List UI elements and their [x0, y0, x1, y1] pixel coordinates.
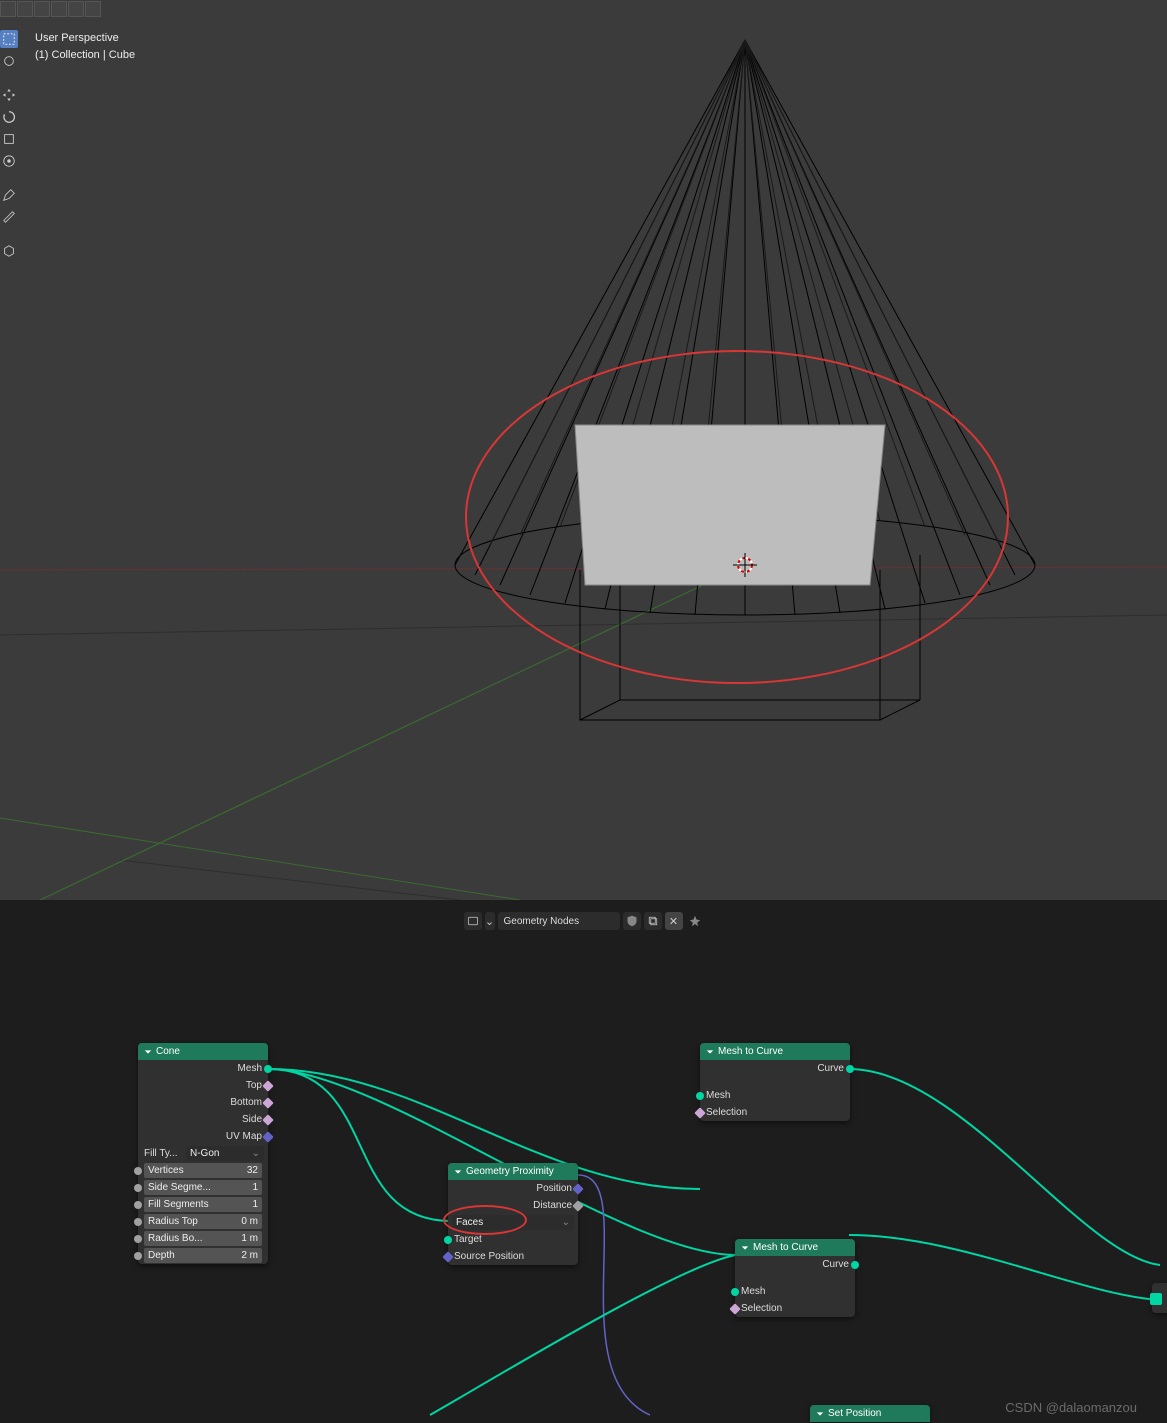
- socket-float[interactable]: [572, 1200, 583, 1211]
- socket-label: Top: [246, 1080, 262, 1091]
- node-title: Set Position: [828, 1408, 881, 1419]
- socket-float[interactable]: [134, 1252, 142, 1260]
- socket-geo[interactable]: [851, 1261, 859, 1269]
- socket-label: Curve: [822, 1259, 849, 1270]
- tool-rotate[interactable]: [0, 108, 18, 126]
- prop-vertices[interactable]: Vertices32: [144, 1163, 262, 1178]
- top-icon[interactable]: [85, 1, 101, 17]
- copy-icon[interactable]: [644, 912, 662, 930]
- socket-float[interactable]: [134, 1184, 142, 1192]
- viewport-overlay-text: User Perspective (1) Collection | Cube: [35, 30, 135, 63]
- socket-bool[interactable]: [262, 1114, 273, 1125]
- tool-transform[interactable]: [0, 152, 18, 170]
- socket-geo[interactable]: [1150, 1293, 1162, 1305]
- socket-geo[interactable]: [696, 1092, 704, 1100]
- watermark: CSDN @dalaomanzou: [1005, 1400, 1137, 1415]
- top-icon[interactable]: [34, 1, 50, 17]
- node-header[interactable]: Geometry Proximity: [448, 1163, 578, 1180]
- object-label: (1) Collection | Cube: [35, 47, 135, 64]
- socket-label: Selection: [741, 1303, 782, 1314]
- viewport-toolbar: [0, 30, 20, 260]
- socket-float[interactable]: [134, 1167, 142, 1175]
- socket-label: Curve: [817, 1063, 844, 1074]
- chevron-down-icon[interactable]: ⌄: [485, 912, 495, 930]
- node-header[interactable]: Mesh to Curve: [735, 1239, 855, 1256]
- node-editor[interactable]: ⌄ Geometry Nodes ✕ Cone Mesh Top Bottom …: [0, 905, 1167, 1423]
- node-cone[interactable]: Cone Mesh Top Bottom Side UV Map Fill Ty…: [138, 1043, 268, 1264]
- socket-label: Mesh: [238, 1063, 262, 1074]
- fill-type-label: Fill Ty...: [142, 1148, 184, 1159]
- top-icon[interactable]: [51, 1, 67, 17]
- socket-geo[interactable]: [731, 1288, 739, 1296]
- node-set-position[interactable]: Set Position: [810, 1405, 930, 1422]
- socket-label: Position: [536, 1183, 572, 1194]
- socket-geo[interactable]: [264, 1065, 272, 1073]
- socket-label: Distance: [533, 1200, 572, 1211]
- node-header[interactable]: Set Position: [810, 1405, 930, 1422]
- tool-add-cube[interactable]: [0, 242, 18, 260]
- socket-label: Bottom: [230, 1097, 262, 1108]
- top-icon[interactable]: [68, 1, 84, 17]
- socket-bool[interactable]: [262, 1080, 273, 1091]
- tool-annotate[interactable]: [0, 186, 18, 204]
- node-offscreen[interactable]: [1152, 1283, 1167, 1313]
- socket-label: Target: [454, 1234, 482, 1245]
- socket-vec[interactable]: [442, 1251, 453, 1262]
- socket-bool[interactable]: [694, 1107, 705, 1118]
- socket-geo[interactable]: [846, 1065, 854, 1073]
- shield-icon[interactable]: [623, 912, 641, 930]
- prop-side-seg[interactable]: Side Segme...1: [144, 1180, 262, 1195]
- socket-label: Side: [242, 1114, 262, 1125]
- socket-label: Mesh: [741, 1286, 765, 1297]
- node-header[interactable]: Mesh to Curve: [700, 1043, 850, 1060]
- socket-float[interactable]: [134, 1201, 142, 1209]
- prop-depth[interactable]: Depth2 m: [144, 1248, 262, 1263]
- viewport-top-icons: [0, 0, 101, 18]
- socket-label: Selection: [706, 1107, 747, 1118]
- prop-fill-seg[interactable]: Fill Segments1: [144, 1197, 262, 1212]
- node-mesh-to-curve-1[interactable]: Mesh to Curve Curve Mesh Selection: [700, 1043, 850, 1121]
- prop-radius-top[interactable]: Radius Top0 m: [144, 1214, 262, 1229]
- socket-vec[interactable]: [262, 1131, 273, 1142]
- top-icon[interactable]: [0, 1, 16, 17]
- socket-vec[interactable]: [572, 1183, 583, 1194]
- tool-measure[interactable]: [0, 208, 18, 226]
- tool-scale[interactable]: [0, 130, 18, 148]
- annotation-ellipse: [465, 350, 1009, 684]
- node-title: Geometry Proximity: [466, 1166, 554, 1177]
- browse-tree-icon[interactable]: [464, 912, 482, 930]
- pin-icon[interactable]: [686, 912, 704, 930]
- node-title: Mesh to Curve: [718, 1046, 783, 1057]
- prop-radius-bot[interactable]: Radius Bo...1 m: [144, 1231, 262, 1246]
- socket-float[interactable]: [134, 1218, 142, 1226]
- node-editor-header: ⌄ Geometry Nodes ✕: [0, 910, 1167, 932]
- node-tree-name[interactable]: Geometry Nodes: [498, 912, 620, 930]
- node-title: Cone: [156, 1046, 180, 1057]
- socket-geo[interactable]: [444, 1236, 452, 1244]
- fill-type-dropdown[interactable]: N-Gon: [186, 1146, 264, 1161]
- socket-label: Mesh: [706, 1090, 730, 1101]
- node-header[interactable]: Cone: [138, 1043, 268, 1060]
- top-icon[interactable]: [17, 1, 33, 17]
- socket-label: UV Map: [226, 1131, 262, 1142]
- viewport-3d[interactable]: User Perspective (1) Collection | Cube: [0, 0, 1167, 900]
- socket-bool[interactable]: [262, 1097, 273, 1108]
- annotation-ellipse-node: [443, 1205, 527, 1235]
- node-mesh-to-curve-2[interactable]: Mesh to Curve Curve Mesh Selection: [735, 1239, 855, 1317]
- socket-bool[interactable]: [729, 1303, 740, 1314]
- node-title: Mesh to Curve: [753, 1242, 818, 1253]
- socket-float[interactable]: [134, 1235, 142, 1243]
- tool-cursor[interactable]: [0, 52, 18, 70]
- perspective-label: User Perspective: [35, 30, 135, 47]
- tool-move[interactable]: [0, 86, 18, 104]
- tool-select[interactable]: [0, 30, 18, 48]
- socket-label: Source Position: [454, 1251, 524, 1262]
- close-icon[interactable]: ✕: [665, 912, 683, 930]
